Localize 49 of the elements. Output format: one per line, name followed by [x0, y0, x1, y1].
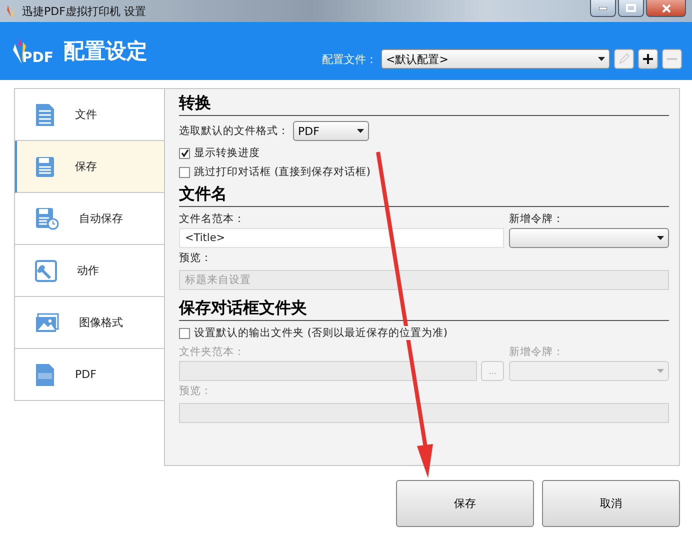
minimize-icon	[599, 6, 607, 10]
cancel-button[interactable]: 取消	[542, 480, 680, 527]
token-label: 新增令牌：	[509, 212, 565, 226]
template-field[interactable]: <Title>	[179, 228, 504, 248]
checkbox-label: 设置默认的输出文件夹 (否则以最近保存的位置为准)	[194, 326, 448, 340]
token-dropdown[interactable]	[509, 228, 669, 248]
minus-icon	[667, 58, 677, 60]
profile-label: 配置文件：	[322, 52, 377, 66]
checkbox-label: 跳过打印对话框 (直接到保存对话框)	[194, 165, 371, 179]
section-heading: 保存对话框文件夹	[179, 298, 669, 321]
sidebar-item[interactable]: 保存	[15, 141, 164, 193]
app-icon	[6, 4, 16, 18]
close-button[interactable]	[646, 0, 686, 17]
checkbox-label: 显示转换进度	[194, 146, 260, 160]
maximize-icon	[626, 4, 636, 12]
caret-icon	[357, 129, 364, 133]
caret-icon	[598, 57, 605, 61]
checkbox[interactable]	[179, 148, 190, 158]
preview-label: 预览：	[179, 384, 212, 398]
maximize-button[interactable]	[618, 0, 644, 17]
close-icon	[662, 4, 670, 12]
wrench-icon	[35, 260, 57, 282]
minimize-button[interactable]	[590, 0, 616, 17]
folder-template-label: 文件夹范本：	[179, 345, 246, 359]
logo-text: PDF	[22, 50, 54, 66]
checkbox[interactable]	[179, 328, 190, 338]
folder-template-field[interactable]	[179, 361, 477, 381]
section-heading: 转换	[179, 93, 669, 116]
preview-field: 标题来自设置	[179, 270, 669, 290]
floppy-clock-icon	[35, 207, 59, 230]
template-label: 文件名范本：	[179, 212, 246, 226]
caret-icon	[657, 369, 664, 373]
pencil-icon	[618, 53, 630, 65]
checkbox[interactable]	[179, 166, 190, 178]
header-title: 配置设定	[63, 38, 148, 65]
document-icon	[35, 102, 55, 126]
caret-icon	[657, 236, 664, 240]
pdf-file-icon	[35, 362, 55, 386]
save-button[interactable]: 保存	[396, 480, 534, 527]
preview-label: 预览：	[179, 251, 212, 265]
profile-dropdown[interactable]: <默认配置>	[381, 49, 610, 69]
format-label: 选取默认的文件格式：	[179, 124, 289, 138]
add-button[interactable]	[638, 49, 658, 69]
section-heading: 文件名	[179, 184, 669, 207]
format-dropdown[interactable]: PDF	[293, 121, 369, 141]
window-title: 迅捷PDF虚拟打印机 设置	[22, 4, 146, 18]
plus-icon	[643, 54, 653, 64]
image-icon	[35, 312, 59, 332]
token-label: 新增令牌：	[509, 345, 565, 359]
